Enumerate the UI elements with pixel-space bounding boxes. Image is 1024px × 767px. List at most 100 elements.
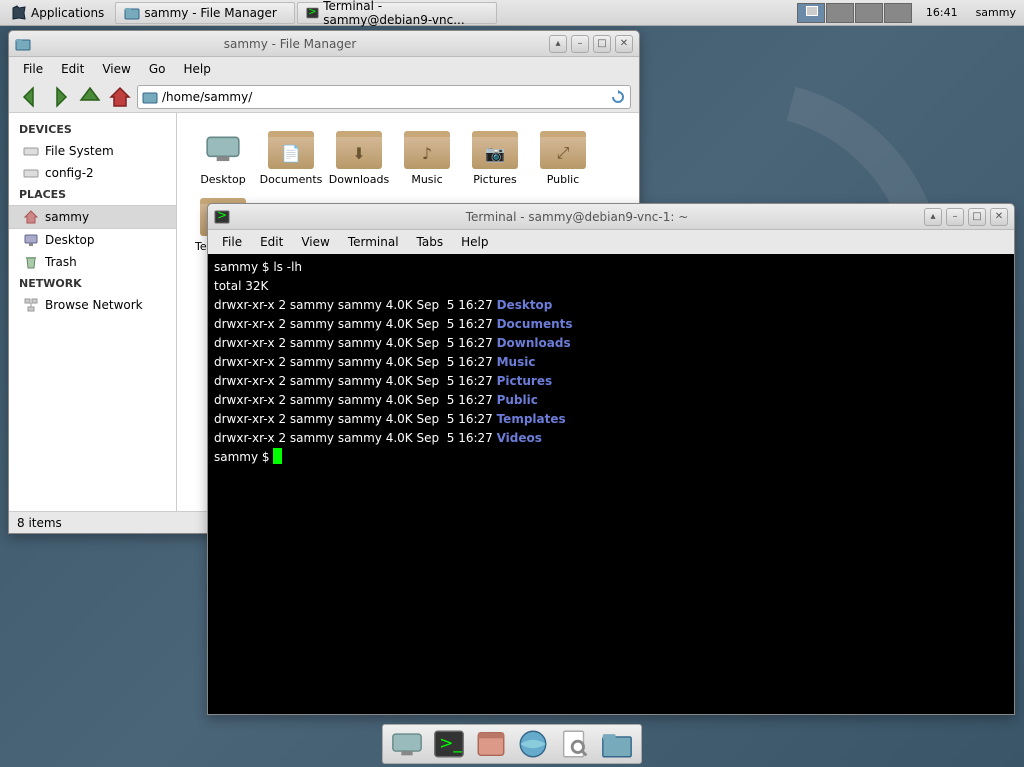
dock-search[interactable] [557,727,593,761]
minimize-button[interactable]: – [946,208,964,226]
trash-icon [23,254,39,270]
terminal-icon: > [214,209,230,225]
terminal-title: Terminal - sammy@debian9-vnc-1: ~ [234,210,920,224]
sidebar-item-label: Trash [45,255,77,269]
applications-label: Applications [31,6,104,20]
maximize-button[interactable]: □ [593,35,611,53]
sidebar-item-label: sammy [45,210,89,224]
menu-tabs[interactable]: Tabs [409,232,452,252]
shade-button[interactable]: ▴ [549,35,567,53]
folder-icon: ⬇ [336,131,382,169]
folder-item[interactable]: 📷Pictures [461,125,529,192]
network-icon [23,297,39,313]
taskbar-item-terminal[interactable]: > Terminal - sammy@debian9-vnc... [297,2,497,24]
svg-text:>_: >_ [439,733,462,753]
terminal-line: drwxr-xr-x 2 sammy sammy 4.0K Sep 5 16:2… [214,372,1008,391]
workspace-4[interactable] [884,3,912,23]
sidebar-item-network[interactable]: Browse Network [9,294,176,316]
menu-view[interactable]: View [94,59,138,79]
applications-menu-button[interactable]: Applications [2,2,113,24]
user-menu[interactable]: sammy [968,6,1024,19]
desktop-icon [23,232,39,248]
network-header: NETWORK [9,273,176,294]
path-input[interactable] [162,90,606,104]
folder-item[interactable]: ⤢ Public [529,125,597,192]
folder-item[interactable]: Desktop [189,125,257,192]
sidebar-item-trash[interactable]: Trash [9,251,176,273]
pager-window-icon [806,6,818,16]
folder-item[interactable]: ⬇ Downloads [325,125,393,192]
workspace-2[interactable] [826,3,854,23]
folder-icon [142,89,158,105]
sidebar-item-desktop[interactable]: Desktop [9,229,176,251]
bottom-dock: >_ [382,724,642,764]
dock-show-desktop[interactable] [389,727,425,761]
menu-view[interactable]: View [293,232,337,252]
folder-item[interactable]: ♪ Music [393,125,461,192]
terminal-line: drwxr-xr-x 2 sammy sammy 4.0K Sep 5 16:2… [214,391,1008,410]
dock-browser[interactable] [515,727,551,761]
close-button[interactable]: ✕ [990,208,1008,226]
home-button[interactable] [107,84,133,110]
folder-icon: 📄 [268,131,314,169]
up-button[interactable] [77,84,103,110]
taskbar-item-filemanager[interactable]: sammy - File Manager [115,2,295,24]
folder-label: Documents [260,173,323,186]
drive-icon [23,143,39,159]
menu-help[interactable]: Help [453,232,496,252]
refresh-icon[interactable] [610,89,626,105]
folder-label: Public [547,173,580,186]
svg-text:>: > [309,6,317,17]
sidebar-item-config2[interactable]: config-2 [9,162,176,184]
maximize-button[interactable]: □ [968,208,986,226]
home-icon [23,209,39,225]
folder-icon: 📷 [472,131,518,169]
drive-icon [23,165,39,181]
folder-icon: ⤢ [540,131,586,169]
close-button[interactable]: ✕ [615,35,633,53]
folder-item[interactable]: 📄 Documents [257,125,325,192]
filemanager-title: sammy - File Manager [35,37,545,51]
workspace-1[interactable] [797,3,825,23]
dock-terminal[interactable]: >_ [431,727,467,761]
filemanager-titlebar[interactable]: sammy - File Manager ▴ – □ ✕ [9,31,639,57]
terminal-icon: > [306,5,319,21]
menu-file[interactable]: File [214,232,250,252]
folder-label: Downloads [329,173,389,186]
sidebar-item-label: Desktop [45,233,95,247]
sidebar-item-label: Browse Network [45,298,143,312]
svg-text:>: > [217,209,227,222]
folder-icon [124,5,140,21]
folder-icon: ♪ [404,131,450,169]
menu-go[interactable]: Go [141,59,174,79]
shade-button[interactable]: ▴ [924,208,942,226]
terminal-line: drwxr-xr-x 2 sammy sammy 4.0K Sep 5 16:2… [214,334,1008,353]
minimize-button[interactable]: – [571,35,589,53]
sidebar-item-label: File System [45,144,114,158]
apps-icon [11,5,27,21]
clock[interactable]: 16:41 [916,6,968,19]
taskbar-item-label: sammy - File Manager [144,6,277,20]
folder-icon [15,36,31,52]
dock-filemanager[interactable] [473,727,509,761]
workspace-pager [797,3,912,23]
sidebar-item-home[interactable]: sammy [9,205,176,229]
filemanager-menubar: File Edit View Go Help [9,57,639,81]
workspace-3[interactable] [855,3,883,23]
sidebar-item-label: config-2 [45,166,94,180]
menu-edit[interactable]: Edit [252,232,291,252]
terminal-line: sammy $ [214,448,1008,467]
cursor-icon [273,448,282,464]
sidebar-item-filesystem[interactable]: File System [9,140,176,162]
folder-label: Music [411,173,442,186]
dock-folder[interactable] [599,727,635,761]
menu-edit[interactable]: Edit [53,59,92,79]
menu-file[interactable]: File [15,59,51,79]
menu-terminal[interactable]: Terminal [340,232,407,252]
menu-help[interactable]: Help [175,59,218,79]
terminal-body[interactable]: sammy $ ls -lhtotal 32Kdrwxr-xr-x 2 samm… [208,254,1014,714]
back-button[interactable] [17,84,43,110]
terminal-menubar: File Edit View Terminal Tabs Help [208,230,1014,254]
forward-button[interactable] [47,84,73,110]
terminal-titlebar[interactable]: > Terminal - sammy@debian9-vnc-1: ~ ▴ – … [208,204,1014,230]
